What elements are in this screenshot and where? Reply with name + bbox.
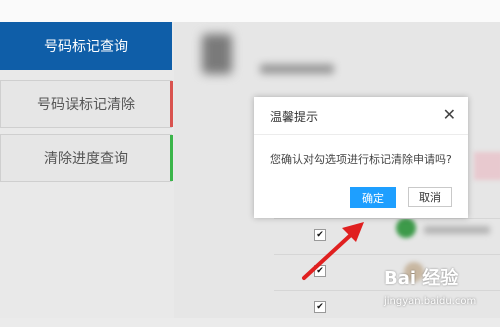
- watermark: Bai 经验 jingyan.baidu.com: [380, 260, 500, 318]
- watermark-url: jingyan.baidu.com: [384, 296, 477, 307]
- watermark-logo: Bai 经验: [384, 268, 459, 289]
